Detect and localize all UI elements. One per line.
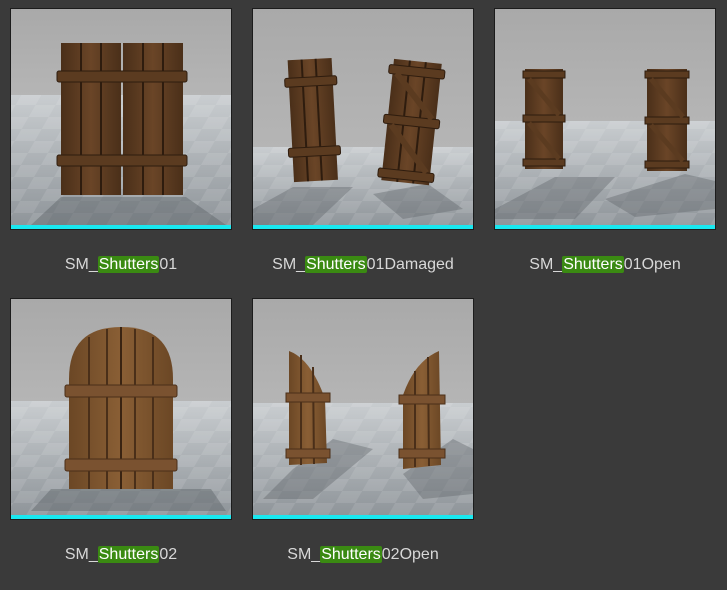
search-match-highlight: Shutters xyxy=(320,546,382,563)
asset-name: SM_Shutters01Damaged xyxy=(272,256,454,273)
search-match-highlight: Shutters xyxy=(97,546,160,563)
asset-name: SM_Shutters01Open xyxy=(529,256,681,273)
search-match-highlight: Shutters xyxy=(562,256,624,273)
shutters-closed-thumbnail xyxy=(11,9,231,225)
shutters-arched-thumbnail xyxy=(11,299,231,515)
asset-tile[interactable] xyxy=(494,8,716,230)
shutters-arched-open-thumbnail xyxy=(253,299,473,515)
asset-tile[interactable] xyxy=(10,298,232,520)
asset-type-bar xyxy=(495,225,715,229)
shutters-damaged-thumbnail xyxy=(253,9,473,225)
asset-tile[interactable] xyxy=(252,8,474,230)
asset-type-bar xyxy=(11,515,231,519)
shutters-open-thumbnail xyxy=(495,9,715,225)
asset-name: SM_Shutters01 xyxy=(64,256,178,273)
asset-tile[interactable] xyxy=(10,8,232,230)
search-match-highlight: Shutters xyxy=(97,256,160,273)
asset-type-bar xyxy=(11,225,231,229)
asset-type-bar xyxy=(253,515,473,519)
asset-name: SM_Shutters02Open xyxy=(287,546,439,563)
search-match-highlight: Shutters xyxy=(305,256,367,273)
asset-type-bar xyxy=(253,225,473,229)
asset-tile[interactable] xyxy=(252,298,474,520)
asset-name: SM_Shutters02 xyxy=(64,546,178,563)
